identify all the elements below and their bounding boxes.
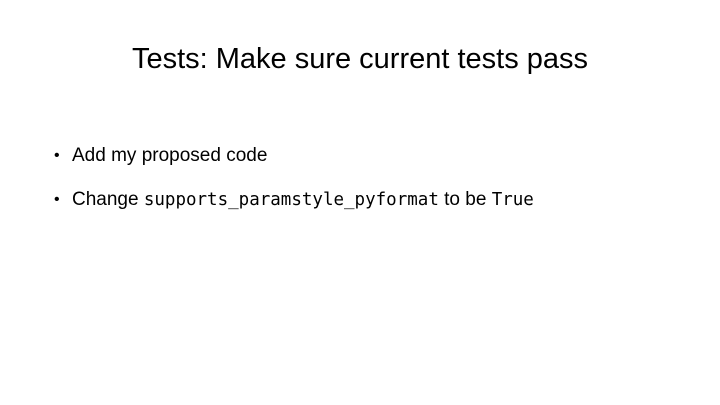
bullet-middle-text: to be — [438, 189, 492, 210]
code-value: True — [491, 190, 534, 210]
slide-title: Tests: Make sure current tests pass — [131, 43, 589, 75]
bullet-item: • Change supports_paramstyle_pyformat to … — [54, 187, 534, 213]
code-setting-name: supports_paramstyle_pyformat — [143, 190, 439, 210]
bullet-dot-icon: • — [54, 147, 60, 164]
bullet-text: Add my proposed code — [72, 145, 268, 166]
slide: Tests: Make sure current tests pass • Add… — [0, 0, 720, 405]
bullet-prefix-text: Change — [72, 189, 144, 210]
bullet-dot-icon: • — [54, 191, 60, 208]
bullet-list: • Add my proposed code • Change supports_p… — [54, 143, 534, 231]
bullet-item: • Add my proposed code — [54, 143, 534, 169]
